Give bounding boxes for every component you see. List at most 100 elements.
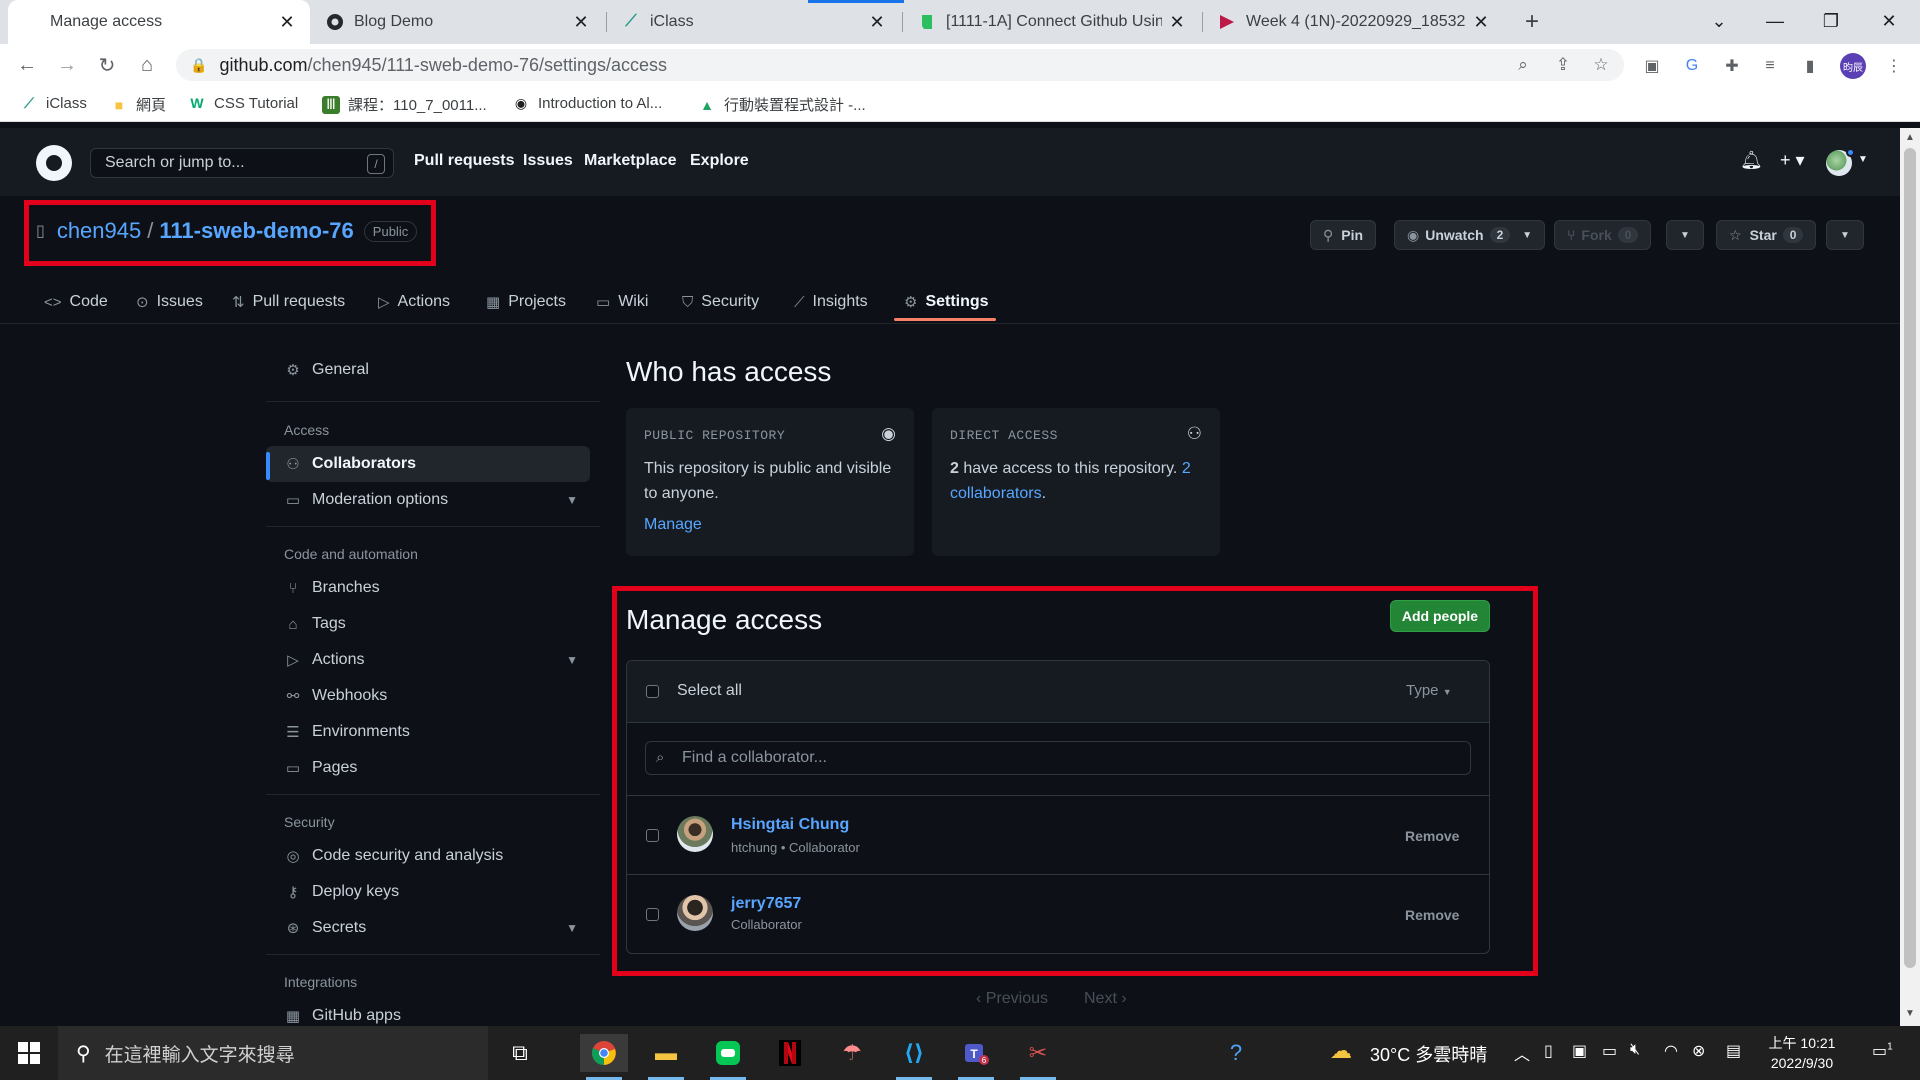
task-view-icon[interactable]: ⧉ <box>496 1034 544 1072</box>
collaborator-name[interactable]: Hsingtai Chung <box>731 816 849 834</box>
unwatch-button[interactable]: ◉ Unwatch 2 ▼ <box>1394 220 1546 250</box>
bookmark-mobile-programming[interactable]: ▲ 行動裝置程式設計 -... <box>698 94 866 115</box>
collaborator-checkbox[interactable] <box>646 829 659 842</box>
netflix-icon[interactable] <box>766 1034 814 1072</box>
notification-center-icon[interactable]: ▭1 <box>1872 1041 1893 1061</box>
browser-tab-blog-demo[interactable]: Blog Demo ✕ <box>312 0 604 44</box>
translate-extension-icon[interactable]: G <box>1680 54 1704 78</box>
close-tab-icon[interactable]: ✕ <box>1472 12 1490 33</box>
browser-tab-connect-github[interactable]: [1111-1A] Connect Github Usin ✕ <box>904 0 1200 44</box>
close-tab-icon[interactable]: ✕ <box>278 12 296 33</box>
pin-button[interactable]: ⚲ Pin <box>1310 220 1377 250</box>
home-icon[interactable]: ⌂ <box>132 50 162 80</box>
restore-window-icon[interactable]: ❐ <box>1808 6 1854 36</box>
nav-marketplace[interactable]: Marketplace <box>584 152 677 170</box>
close-tab-icon[interactable]: ✕ <box>572 12 590 33</box>
weather-app-icon[interactable]: ☂ <box>828 1034 876 1072</box>
zoom-icon[interactable]: ⌕ <box>1512 54 1534 76</box>
bookmark-iclass[interactable]: ⟋ iClass <box>20 94 87 112</box>
nav-explore[interactable]: Explore <box>690 152 749 170</box>
github-logo-icon[interactable] <box>36 145 72 181</box>
media-queue-icon[interactable]: ≡ <box>1758 54 1782 78</box>
notification-bell-icon[interactable]: 🔔︎ <box>1740 150 1763 171</box>
browser-tab-manage-access[interactable]: Manage access ✕ <box>8 0 310 44</box>
scrollbar-thumb[interactable] <box>1904 148 1916 968</box>
star-button[interactable]: ☆ Star 0 <box>1716 220 1817 250</box>
sidebar-item-secrets[interactable]: ⊛ Secrets ▼ <box>266 910 590 946</box>
collaborator-checkbox[interactable] <box>646 908 659 921</box>
scroll-up-arrow-icon[interactable]: ▲ <box>1904 132 1916 144</box>
sidebar-item-pages[interactable]: ▭ Pages <box>266 750 590 786</box>
find-collaborator-input[interactable] <box>682 746 1462 770</box>
select-all-label[interactable]: Select all <box>677 682 742 700</box>
close-tab-icon[interactable]: ✕ <box>1168 12 1186 33</box>
sidebar-item-tags[interactable]: ⌂ Tags <box>266 606 590 642</box>
new-tab-plus-icon[interactable]: + <box>1518 8 1546 36</box>
taskbar-search[interactable]: ⚲ 在這裡輸入文字來搜尋 <box>58 1026 488 1080</box>
snipping-tool-icon[interactable]: ✂ <box>1014 1034 1062 1080</box>
tab-wiki[interactable]: ▭ Wiki <box>596 280 648 324</box>
line-extension-icon[interactable]: ▣ <box>1640 54 1664 78</box>
file-explorer-icon[interactable]: ▬ <box>642 1034 690 1080</box>
pagination-next[interactable]: Next › <box>1084 990 1127 1008</box>
sidebar-item-environments[interactable]: ☰ Environments <box>266 714 590 750</box>
scroll-down-arrow-icon[interactable]: ▼ <box>1904 1008 1916 1020</box>
remove-collaborator-button[interactable]: Remove <box>1405 907 1459 923</box>
nav-pull-requests[interactable]: Pull requests <box>414 152 514 170</box>
avatar[interactable] <box>677 895 713 931</box>
weather-text[interactable]: 30°C 多雲時晴 <box>1370 1041 1487 1067</box>
back-arrow-icon[interactable]: ← <box>12 50 42 80</box>
extensions-puzzle-icon[interactable]: ✚ <box>1720 54 1744 78</box>
address-bar[interactable]: 🔒 github.com/chen945/111-sweb-demo-76/se… <box>176 49 1624 81</box>
profile-avatar[interactable]: 昀辰 <box>1840 53 1866 79</box>
bookmark-course[interactable]: Ⅲ 課程：110_7_0011... <box>322 94 487 115</box>
tab-search-chevron-icon[interactable]: ⌄ <box>1696 6 1742 36</box>
wifi-icon[interactable]: ◠ <box>1664 1041 1678 1061</box>
fork-button[interactable]: ⑂ Fork 0 <box>1554 220 1652 250</box>
github-search[interactable]: Search or jump to... / <box>90 148 394 178</box>
bookmark-star-icon[interactable]: ☆ <box>1590 54 1612 76</box>
taskbar-clock[interactable]: 上午 10:21 2022/9/30 <box>1766 1033 1838 1073</box>
side-panel-icon[interactable]: ▮ <box>1798 54 1822 78</box>
close-window-icon[interactable]: ✕ <box>1866 6 1912 36</box>
windows-start-icon[interactable] <box>18 1042 40 1064</box>
line-app-icon[interactable] <box>704 1034 752 1080</box>
browser-tab-week4[interactable]: Week 4 (1N)-20220929_18532 ✕ <box>1204 0 1504 44</box>
reload-icon[interactable]: ↻ <box>92 50 122 80</box>
sidebar-item-deploy-keys[interactable]: ⚷ Deploy keys <box>266 874 590 910</box>
add-people-button[interactable]: Add people <box>1390 600 1490 632</box>
tab-pull-requests[interactable]: ⇅ Pull requests <box>232 280 345 324</box>
manage-visibility-link[interactable]: Manage <box>644 516 702 534</box>
sidebar-item-moderation[interactable]: ▭ Moderation options ▼ <box>266 482 590 518</box>
sidebar-item-code-security[interactable]: ◎ Code security and analysis <box>266 838 590 874</box>
sidebar-item-branches[interactable]: ⑂ Branches <box>266 570 590 606</box>
create-new-plus-icon[interactable]: + ▾ <box>1780 150 1805 171</box>
nav-issues[interactable]: Issues <box>523 152 573 170</box>
sidebar-item-collaborators[interactable]: ⚇ Collaborators <box>266 446 590 482</box>
avatar-caret-icon[interactable]: ▼ <box>1858 154 1868 165</box>
tab-actions[interactable]: ▷ Actions <box>378 280 450 324</box>
tray-show-hidden-icon[interactable]: ︿ <box>1514 1041 1530 1065</box>
help-icon[interactable]: ? <box>1212 1034 1260 1072</box>
page-scrollbar[interactable]: ▲ ▼ <box>1900 128 1920 1026</box>
sidebar-item-webhooks[interactable]: ⚯ Webhooks <box>266 678 590 714</box>
tab-code[interactable]: <> Code <box>44 280 108 324</box>
avatar[interactable] <box>677 816 713 852</box>
network-off-icon[interactable]: ⊗ <box>1692 1041 1705 1061</box>
bookmark-css-tutorial[interactable]: W CSS Tutorial <box>188 94 298 112</box>
input-method-icon[interactable]: ▤ <box>1726 1041 1741 1061</box>
minimize-window-icon[interactable]: — <box>1752 6 1798 36</box>
tab-issues[interactable]: ⊙ Issues <box>136 280 203 324</box>
type-filter-dropdown[interactable]: Type ▼ <box>1406 682 1452 699</box>
battery-icon[interactable]: ▭ <box>1602 1041 1617 1061</box>
sidebar-item-general[interactable]: ⚙ General <box>266 352 590 388</box>
tray-device-icon[interactable]: ▯ <box>1544 1041 1553 1061</box>
fork-dropdown[interactable]: ▼ <box>1666 220 1704 250</box>
bookmark-folder-web[interactable]: ■ 網頁 <box>110 94 166 115</box>
select-all-checkbox[interactable] <box>646 685 659 698</box>
close-tab-icon[interactable]: ✕ <box>868 12 886 33</box>
vscode-icon[interactable]: ⟨⟩ <box>890 1034 938 1080</box>
tab-security[interactable]: ⛉ Security <box>682 280 759 324</box>
share-icon[interactable]: ⇪ <box>1552 54 1574 76</box>
tab-insights[interactable]: ⟋ Insights <box>794 280 868 324</box>
